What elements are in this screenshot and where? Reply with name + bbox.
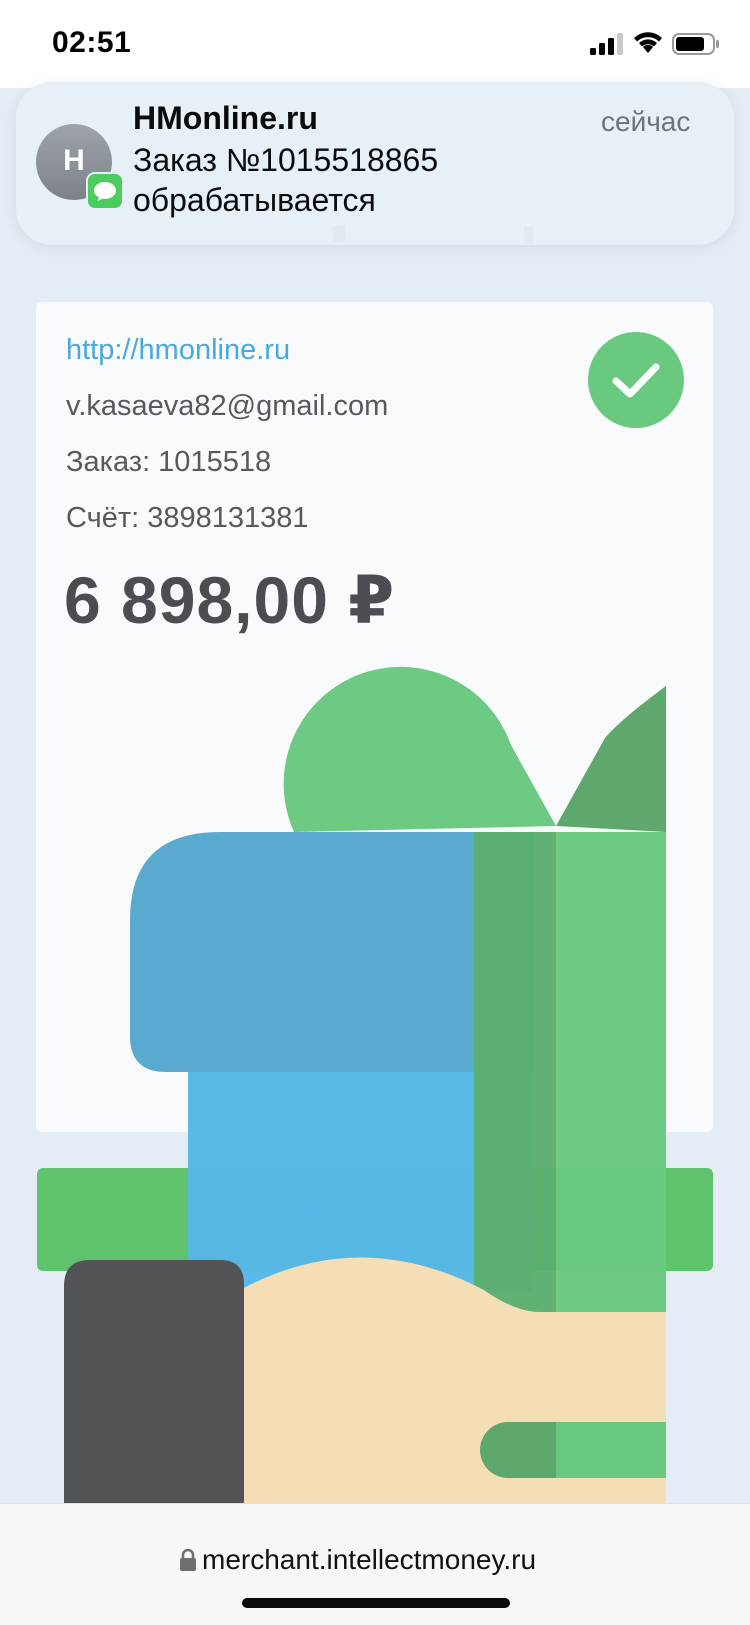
wifi-icon [634,32,662,53]
success-check-icon [588,332,684,428]
notification-message-line2: обрабатывается [133,182,376,218]
payment-amount: 6 898,00 ₽ [64,563,396,637]
status-bar: 02:51 [0,0,750,88]
notification-app-name: HMonline.ru [133,100,318,136]
lock-icon [180,1549,196,1571]
customer-email: v.kasaeva82@gmail.com [66,390,389,422]
notification-message-line1: Заказ №1015518865 [133,142,439,178]
invoice-number: Счёт: 3898131381 [66,502,309,534]
battery-icon [672,33,719,55]
home-indicator[interactable] [242,1598,510,1608]
cellular-signal-icon [590,33,623,55]
notification-time: сейчас [601,106,691,137]
browser-url[interactable]: merchant.intellectmoney.ru [202,1544,536,1576]
order-number: Заказ: 1015518 [66,446,272,478]
push-notification[interactable]: H HMonline.ru сейчас Заказ №1015518865 о… [16,82,734,245]
status-time: 02:51 [52,26,132,59]
messages-app-icon [86,172,124,210]
shop-url-link[interactable]: http://hmonline.ru [66,334,290,367]
gift-hand-illustration [64,666,666,1530]
